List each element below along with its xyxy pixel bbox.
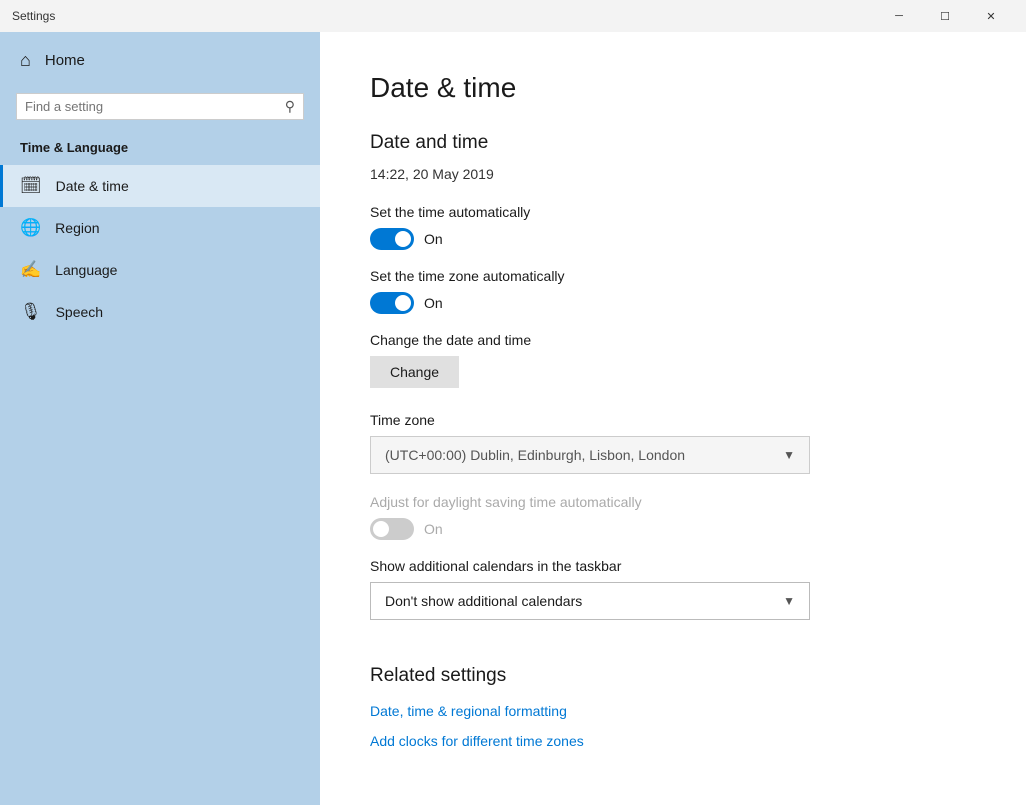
related-settings-title: Related settings <box>370 665 976 687</box>
date-time-icon: 🗓 <box>20 176 42 196</box>
home-icon: ⌂ <box>20 50 31 71</box>
close-button[interactable]: ✕ <box>968 0 1014 32</box>
set-timezone-auto-label: Set the time zone automatically <box>370 268 976 284</box>
section-title: Date and time <box>370 132 976 154</box>
sidebar-section-label: Time & Language <box>0 132 320 165</box>
set-time-auto-label: Set the time automatically <box>370 204 976 220</box>
additional-calendars-dropdown-arrow: ▼ <box>783 594 795 608</box>
daylight-saving-toggle-thumb <box>373 521 389 537</box>
timezone-dropdown-text: (UTC+00:00) Dublin, Edinburgh, Lisbon, L… <box>385 447 685 463</box>
minimize-button[interactable]: ─ <box>876 0 922 32</box>
speech-icon: 🎙 <box>20 302 42 322</box>
daylight-saving-toggle-label: On <box>424 521 443 537</box>
sidebar-item-date-time[interactable]: 🗓 Date & time <box>0 165 320 207</box>
sidebar-item-language[interactable]: ✍ Language <box>0 249 320 291</box>
change-datetime-label: Change the date and time <box>370 332 976 348</box>
sidebar-item-region-label: Region <box>55 220 99 236</box>
app-title: Settings <box>12 9 55 23</box>
timezone-label: Time zone <box>370 412 976 428</box>
additional-calendars-label: Show additional calendars in the taskbar <box>370 558 976 574</box>
sidebar: ⌂ Home ⚲ Time & Language 🗓 Date & time 🌐… <box>0 32 320 805</box>
language-icon: ✍ <box>20 260 41 280</box>
set-time-auto-row: On <box>370 228 976 250</box>
timezone-dropdown-arrow: ▼ <box>783 448 795 462</box>
window-controls: ─ ☐ ✕ <box>876 0 1014 32</box>
search-icon-button[interactable]: ⚲ <box>285 98 295 115</box>
sidebar-item-speech[interactable]: 🎙 Speech <box>0 291 320 333</box>
additional-calendars-dropdown[interactable]: Don't show additional calendars ▼ <box>370 582 810 620</box>
additional-calendars-dropdown-text: Don't show additional calendars <box>385 593 582 609</box>
daylight-saving-label: Adjust for daylight saving time automati… <box>370 494 976 510</box>
region-icon: 🌐 <box>20 218 41 238</box>
maximize-button[interactable]: ☐ <box>922 0 968 32</box>
sidebar-item-date-time-label: Date & time <box>56 178 129 194</box>
title-bar: Settings ─ ☐ ✕ <box>0 0 1026 32</box>
page-title: Date & time <box>370 72 976 104</box>
set-time-auto-toggle-label: On <box>424 231 443 247</box>
related-link-add-clocks[interactable]: Add clocks for different time zones <box>370 733 976 749</box>
daylight-saving-toggle <box>370 518 414 540</box>
timezone-dropdown[interactable]: (UTC+00:00) Dublin, Edinburgh, Lisbon, L… <box>370 436 810 474</box>
daylight-saving-row: On <box>370 518 976 540</box>
set-time-auto-toggle[interactable] <box>370 228 414 250</box>
set-timezone-auto-toggle-thumb <box>395 295 411 311</box>
sidebar-item-language-label: Language <box>55 262 117 278</box>
set-time-auto-toggle-thumb <box>395 231 411 247</box>
set-timezone-auto-row: On <box>370 292 976 314</box>
divider <box>370 640 976 641</box>
main-content: Date & time Date and time 14:22, 20 May … <box>320 32 1026 805</box>
app-body: ⌂ Home ⚲ Time & Language 🗓 Date & time 🌐… <box>0 32 1026 805</box>
sidebar-home-label: Home <box>45 52 85 69</box>
search-box[interactable]: ⚲ <box>16 93 304 120</box>
related-link-date-time-formatting[interactable]: Date, time & regional formatting <box>370 703 976 719</box>
sidebar-item-speech-label: Speech <box>56 304 103 320</box>
sidebar-home-button[interactable]: ⌂ Home <box>0 32 320 89</box>
current-time: 14:22, 20 May 2019 <box>370 166 976 182</box>
search-input[interactable] <box>25 99 285 114</box>
change-button[interactable]: Change <box>370 356 459 388</box>
set-timezone-auto-toggle-label: On <box>424 295 443 311</box>
sidebar-item-region[interactable]: 🌐 Region <box>0 207 320 249</box>
set-timezone-auto-toggle[interactable] <box>370 292 414 314</box>
